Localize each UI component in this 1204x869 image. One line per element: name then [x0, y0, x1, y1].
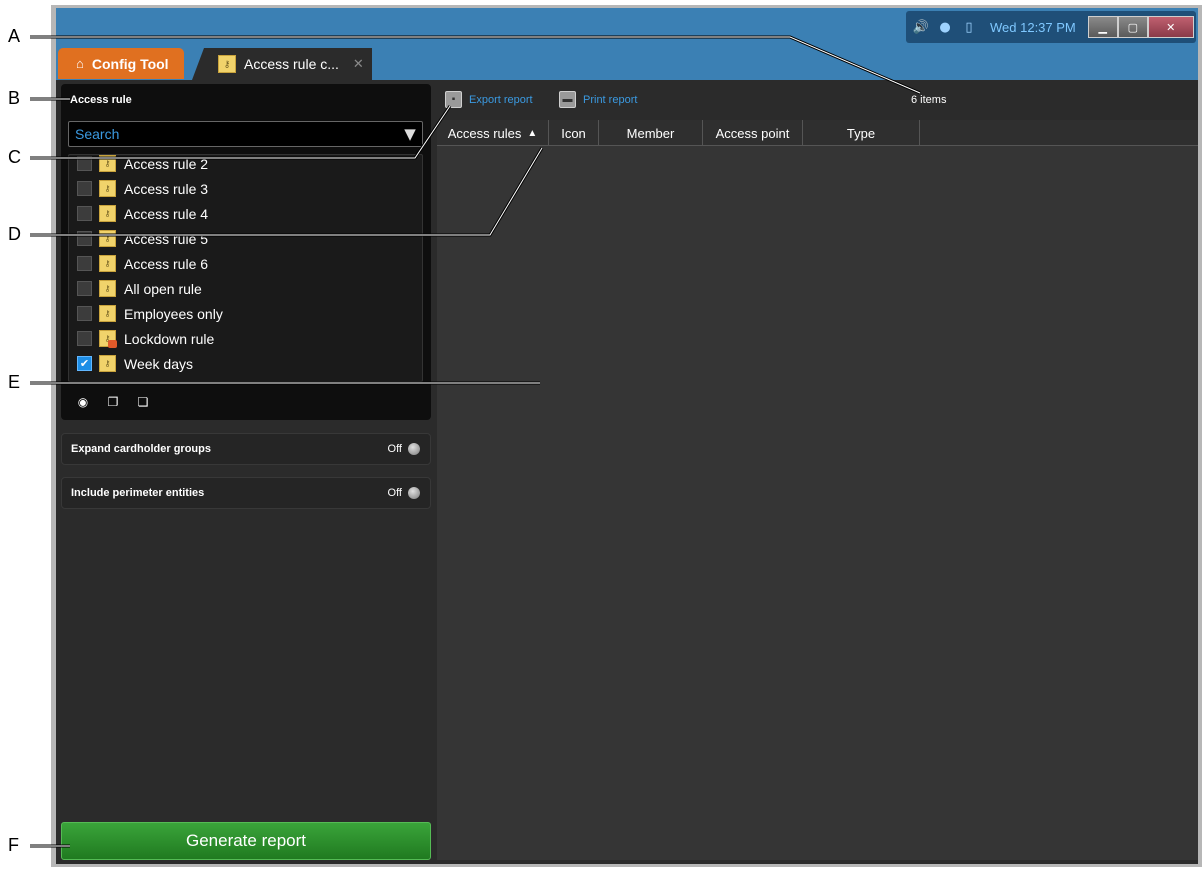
column-header-access-rules[interactable]: Access rules ▲ [437, 120, 549, 146]
rule-label: Access rule 2 [124, 155, 209, 172]
globe-icon[interactable]: ● [936, 18, 954, 36]
rule-label: Access rule 6 [124, 255, 209, 272]
clock-text: Wed 12:37 PM [990, 19, 1076, 35]
home-icon: ⌂ [76, 56, 84, 71]
printer-icon: ▬ [559, 91, 576, 108]
security-desk-window: 🔊 ● ▯ Wed 12:37 PM ▁ ▢ ✕ ⌂ Config Tool ⚷… [56, 8, 1198, 864]
callout-f: F [8, 835, 19, 855]
rule-label: Access rule 5 [124, 230, 209, 247]
export-report-label: Export report [469, 93, 533, 106]
print-report-button[interactable]: ▬ Print report [559, 91, 637, 108]
rule-label: Access rule 3 [124, 180, 209, 197]
rule-checkbox[interactable] [77, 231, 92, 246]
option-value: Off [387, 487, 402, 499]
rule-checkbox-checked[interactable]: ✔ [77, 356, 92, 371]
rule-label: Employees only [124, 305, 223, 322]
select-all-icon[interactable]: ❐ [105, 394, 121, 410]
option-label: Include perimeter entities [71, 487, 205, 499]
speaker-icon[interactable]: 🔊 [912, 18, 930, 36]
close-window-button[interactable]: ✕ [1147, 16, 1194, 38]
select-none-icon[interactable]: ❏ [135, 394, 151, 410]
access-rule-icon: ⚷ [99, 280, 116, 297]
rule-checkbox[interactable] [77, 306, 92, 321]
expand-cardholder-groups-option[interactable]: Expand cardholder groups Off [61, 433, 431, 465]
eye-icon[interactable]: ◉ [75, 394, 91, 410]
grid-header: Access rules ▲ Icon Member Access point … [437, 120, 1198, 146]
callout-d: D [8, 224, 21, 244]
list-tools: ◉ ❐ ❏ [75, 394, 165, 410]
column-header-icon[interactable]: Icon [549, 120, 599, 146]
title-bar: 🔊 ● ▯ Wed 12:37 PM ▁ ▢ ✕ ⌂ Config Tool ⚷… [56, 8, 1198, 80]
rule-label: All open rule [124, 280, 202, 297]
rule-checkbox[interactable] [77, 156, 92, 171]
list-item[interactable]: ⚷ Lockdown rule [69, 326, 422, 351]
toggle-knob-icon[interactable] [408, 487, 420, 499]
callout-e: E [8, 372, 21, 392]
report-grid: Access rules ▲ Icon Member Access point … [437, 120, 1198, 860]
list-item[interactable]: ✔ ⚷ Week days [69, 351, 422, 376]
sort-ascending-icon: ▲ [527, 127, 538, 139]
column-header-access-point[interactable]: Access point [703, 120, 803, 146]
rule-label: Lockdown rule [124, 330, 215, 347]
query-filters-panel: Access rule ▼ ⚷ Access rule 2 ⚷ Access r… [61, 84, 431, 864]
column-header-member[interactable]: Member [599, 120, 703, 146]
access-rule-icon: ⚷ [99, 255, 116, 272]
tab-access-rule-config[interactable]: ⚷ Access rule c... ✕ [192, 48, 372, 80]
list-item[interactable]: ⚷ Access rule 2 [69, 155, 422, 176]
minimize-button[interactable]: ▁ [1087, 16, 1118, 38]
rule-checkbox[interactable] [77, 256, 92, 271]
lockdown-rule-icon: ⚷ [99, 330, 117, 348]
list-item[interactable]: ⚷ Access rule 5 [69, 226, 422, 251]
list-item[interactable]: ⚷ Access rule 4 [69, 201, 422, 226]
rule-checkbox[interactable] [77, 206, 92, 221]
list-item[interactable]: ⚷ All open rule [69, 276, 422, 301]
toggle-knob-icon[interactable] [408, 443, 420, 455]
option-label: Expand cardholder groups [71, 443, 211, 455]
report-toolbar: ▪ Export report ▬ Print report 6 items [437, 84, 1198, 120]
generate-report-button[interactable]: Generate report [61, 822, 431, 860]
callout-c: C [8, 147, 21, 167]
rule-checkbox[interactable] [77, 281, 92, 296]
filter-icon[interactable]: ▼ [401, 124, 419, 144]
tab-access-label: Access rule c... [244, 56, 339, 72]
column-header-type[interactable]: Type [803, 120, 920, 146]
callout-a: A [8, 26, 21, 46]
list-item[interactable]: ⚷ Access rule 6 [69, 251, 422, 276]
list-item[interactable]: ⚷ Employees only [69, 301, 422, 326]
access-rule-icon: ⚷ [99, 355, 116, 372]
tab-config-label: Config Tool [91, 55, 169, 72]
access-rule-icon: ⚷ [218, 55, 236, 73]
tab-config-tool[interactable]: ⌂ Config Tool [58, 48, 184, 79]
access-rule-title: Access rule [70, 94, 132, 106]
access-rule-icon: ⚷ [99, 155, 116, 172]
access-rule-icon: ⚷ [99, 230, 116, 247]
callout-b: B [8, 88, 21, 108]
print-report-label: Print report [583, 93, 638, 106]
include-perimeter-entities-option[interactable]: Include perimeter entities Off [61, 477, 431, 509]
report-pane: ▪ Export report ▬ Print report 6 items A… [437, 84, 1198, 860]
access-rule-icon: ⚷ [99, 305, 116, 322]
system-tray: 🔊 ● ▯ Wed 12:37 PM ▁ ▢ ✕ [906, 11, 1196, 43]
access-rule-icon: ⚷ [99, 205, 116, 222]
rule-label: Access rule 4 [124, 205, 209, 222]
maximize-button[interactable]: ▢ [1117, 16, 1148, 38]
rule-label: Week days [124, 355, 193, 372]
search-input[interactable] [68, 121, 423, 147]
option-value: Off [387, 443, 402, 455]
floppy-disk-icon: ▪ [445, 91, 462, 108]
export-report-button[interactable]: ▪ Export report [445, 91, 533, 108]
access-rule-icon: ⚷ [99, 180, 116, 197]
access-rule-list: ⚷ Access rule 2 ⚷ Access rule 3 ⚷ Access… [68, 154, 423, 382]
screenshot-stage: 🔊 ● ▯ Wed 12:37 PM ▁ ▢ ✕ ⌂ Config Tool ⚷… [0, 0, 1204, 869]
rule-checkbox[interactable] [77, 331, 92, 346]
tab-close-icon[interactable]: ✕ [353, 56, 364, 72]
rule-checkbox[interactable] [77, 181, 92, 196]
phone-icon[interactable]: ▯ [960, 18, 978, 36]
item-count: 6 items [911, 94, 947, 106]
access-rule-filter: Access rule ▼ ⚷ Access rule 2 ⚷ Access r… [61, 84, 431, 420]
list-item[interactable]: ⚷ Access rule 3 [69, 176, 422, 201]
